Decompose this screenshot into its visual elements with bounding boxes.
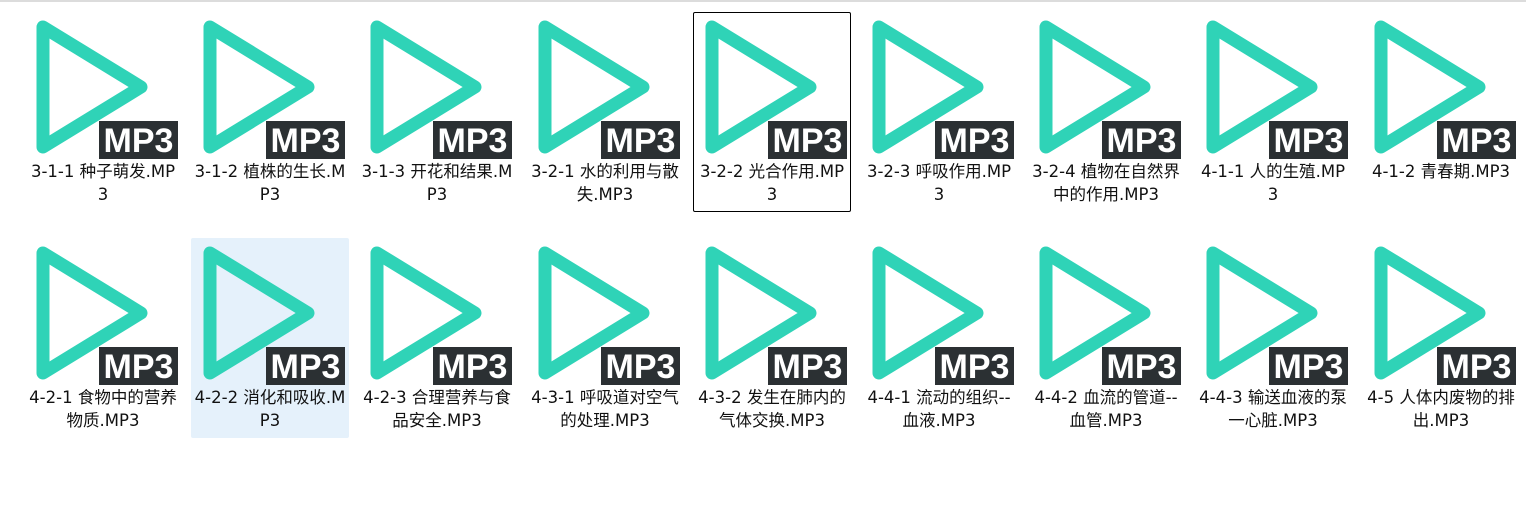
mp3-file-icon: MP3 — [1032, 15, 1182, 165]
mp3-badge-text: MP3 — [1107, 348, 1177, 386]
file-name-label: 4-4-1 流动的组织--血液.MP3 — [867, 388, 1011, 430]
file-item[interactable]: MP3 4-5 人体内废物的排出.MP3 — [1362, 238, 1520, 438]
mp3-badge-text: MP3 — [773, 122, 843, 160]
file-item[interactable]: MP3 4-3-1 呼吸道对空气的处理.MP3 — [526, 238, 684, 438]
mp3-badge-text: MP3 — [1274, 348, 1344, 386]
mp3-file-icon: MP3 — [363, 15, 513, 165]
file-item[interactable]: MP3 4-3-2 发生在肺内的气体交换.MP3 — [693, 238, 851, 438]
mp3-file-icon: MP3 — [29, 241, 179, 391]
mp3-badge-text: MP3 — [606, 348, 676, 386]
file-item[interactable]: MP3 3-1-2 植株的生长.MP3 — [191, 12, 349, 212]
mp3-file-icon: MP3 — [1199, 15, 1349, 165]
mp3-badge-text: MP3 — [438, 122, 508, 160]
file-item[interactable]: MP3 3-2-3 呼吸作用.MP3 — [860, 12, 1018, 212]
mp3-file-icon: MP3 — [363, 241, 513, 391]
mp3-badge-text: MP3 — [606, 122, 676, 160]
file-item[interactable]: MP3 4-4-3 输送血液的泵一心脏.MP3 — [1194, 238, 1352, 438]
mp3-file-icon: MP3 — [698, 241, 848, 391]
mp3-file-icon: MP3 — [1199, 241, 1349, 391]
mp3-file-icon: MP3 — [531, 15, 681, 165]
mp3-file-icon: MP3 — [865, 241, 1015, 391]
mp3-file-icon: MP3 — [1032, 241, 1182, 391]
file-item[interactable]: MP3 4-2-2 消化和吸收.MP3 — [191, 238, 349, 438]
mp3-file-icon: MP3 — [29, 15, 179, 165]
file-name-label: 4-3-2 发生在肺内的气体交换.MP3 — [698, 388, 846, 430]
file-name-label: 3-2-4 植物在自然界中的作用.MP3 — [1032, 162, 1180, 204]
file-name-label: 3-2-3 呼吸作用.MP3 — [866, 162, 1012, 204]
file-name-label: 4-4-2 血流的管道--血管.MP3 — [1034, 388, 1178, 430]
file-name-label: 4-2-2 消化和吸收.MP3 — [194, 388, 346, 430]
mp3-badge-text: MP3 — [271, 122, 341, 160]
file-name-label: 4-1-1 人的生殖.MP3 — [1200, 162, 1346, 204]
file-item[interactable]: MP3 4-1-1 人的生殖.MP3 — [1194, 12, 1352, 212]
mp3-badge-text: MP3 — [1274, 122, 1344, 160]
mp3-badge-text: MP3 — [1442, 348, 1512, 386]
file-item[interactable]: MP3 3-2-4 植物在自然界中的作用.MP3 — [1027, 12, 1185, 212]
mp3-file-icon: MP3 — [196, 15, 346, 165]
file-name-label: 4-4-3 输送血液的泵一心脏.MP3 — [1199, 388, 1347, 430]
file-item[interactable]: MP3 4-2-1 食物中的营养物质.MP3 — [24, 238, 182, 438]
mp3-badge-text: MP3 — [104, 348, 174, 386]
file-item[interactable]: MP3 3-2-1 水的利用与散失.MP3 — [526, 12, 684, 212]
file-name-label: 4-2-1 食物中的营养物质.MP3 — [29, 388, 177, 430]
mp3-badge-text: MP3 — [940, 348, 1010, 386]
file-name-label: 3-1-2 植株的生长.MP3 — [194, 162, 346, 204]
mp3-file-icon: MP3 — [1367, 241, 1517, 391]
file-name-label: 3-2-1 水的利用与散失.MP3 — [531, 162, 679, 204]
file-name-label: 4-1-2 青春期.MP3 — [1371, 162, 1511, 181]
file-item[interactable]: MP3 4-1-2 青春期.MP3 — [1362, 12, 1520, 212]
mp3-file-icon: MP3 — [698, 15, 848, 165]
file-name-label: 4-3-1 呼吸道对空气的处理.MP3 — [531, 388, 679, 430]
file-item[interactable]: MP3 3-1-3 开花和结果.MP3 — [358, 12, 516, 212]
mp3-file-icon: MP3 — [1367, 15, 1517, 165]
file-name-label: 4-2-3 合理营养与食品安全.MP3 — [363, 388, 511, 430]
window-top-border — [0, 0, 1526, 2]
file-item[interactable]: MP3 4-2-3 合理营养与食品安全.MP3 — [358, 238, 516, 438]
mp3-file-icon: MP3 — [196, 241, 346, 391]
file-grid: MP3 3-1-1 种子萌发.MP3 MP3 3-1-2 植株的生长.MP3 MP3 3-… — [24, 12, 1524, 511]
file-item[interactable]: MP3 4-4-1 流动的组织--血液.MP3 — [860, 238, 1018, 438]
mp3-badge-text: MP3 — [271, 348, 341, 386]
file-name-label: 3-1-1 种子萌发.MP3 — [30, 162, 176, 204]
mp3-badge-text: MP3 — [940, 122, 1010, 160]
file-name-label: 3-2-2 光合作用.MP3 — [699, 162, 845, 204]
file-name-label: 4-5 人体内废物的排出.MP3 — [1367, 388, 1515, 430]
mp3-badge-text: MP3 — [104, 122, 174, 160]
mp3-badge-text: MP3 — [773, 348, 843, 386]
file-item[interactable]: MP3 4-4-2 血流的管道--血管.MP3 — [1027, 238, 1185, 438]
file-item[interactable]: MP3 3-2-2 光合作用.MP3 — [693, 12, 851, 212]
mp3-badge-text: MP3 — [1442, 122, 1512, 160]
mp3-badge-text: MP3 — [1107, 122, 1177, 160]
file-name-label: 3-1-3 开花和结果.MP3 — [361, 162, 513, 204]
mp3-file-icon: MP3 — [531, 241, 681, 391]
mp3-badge-text: MP3 — [438, 348, 508, 386]
mp3-file-icon: MP3 — [865, 15, 1015, 165]
file-item[interactable]: MP3 3-1-1 种子萌发.MP3 — [24, 12, 182, 212]
